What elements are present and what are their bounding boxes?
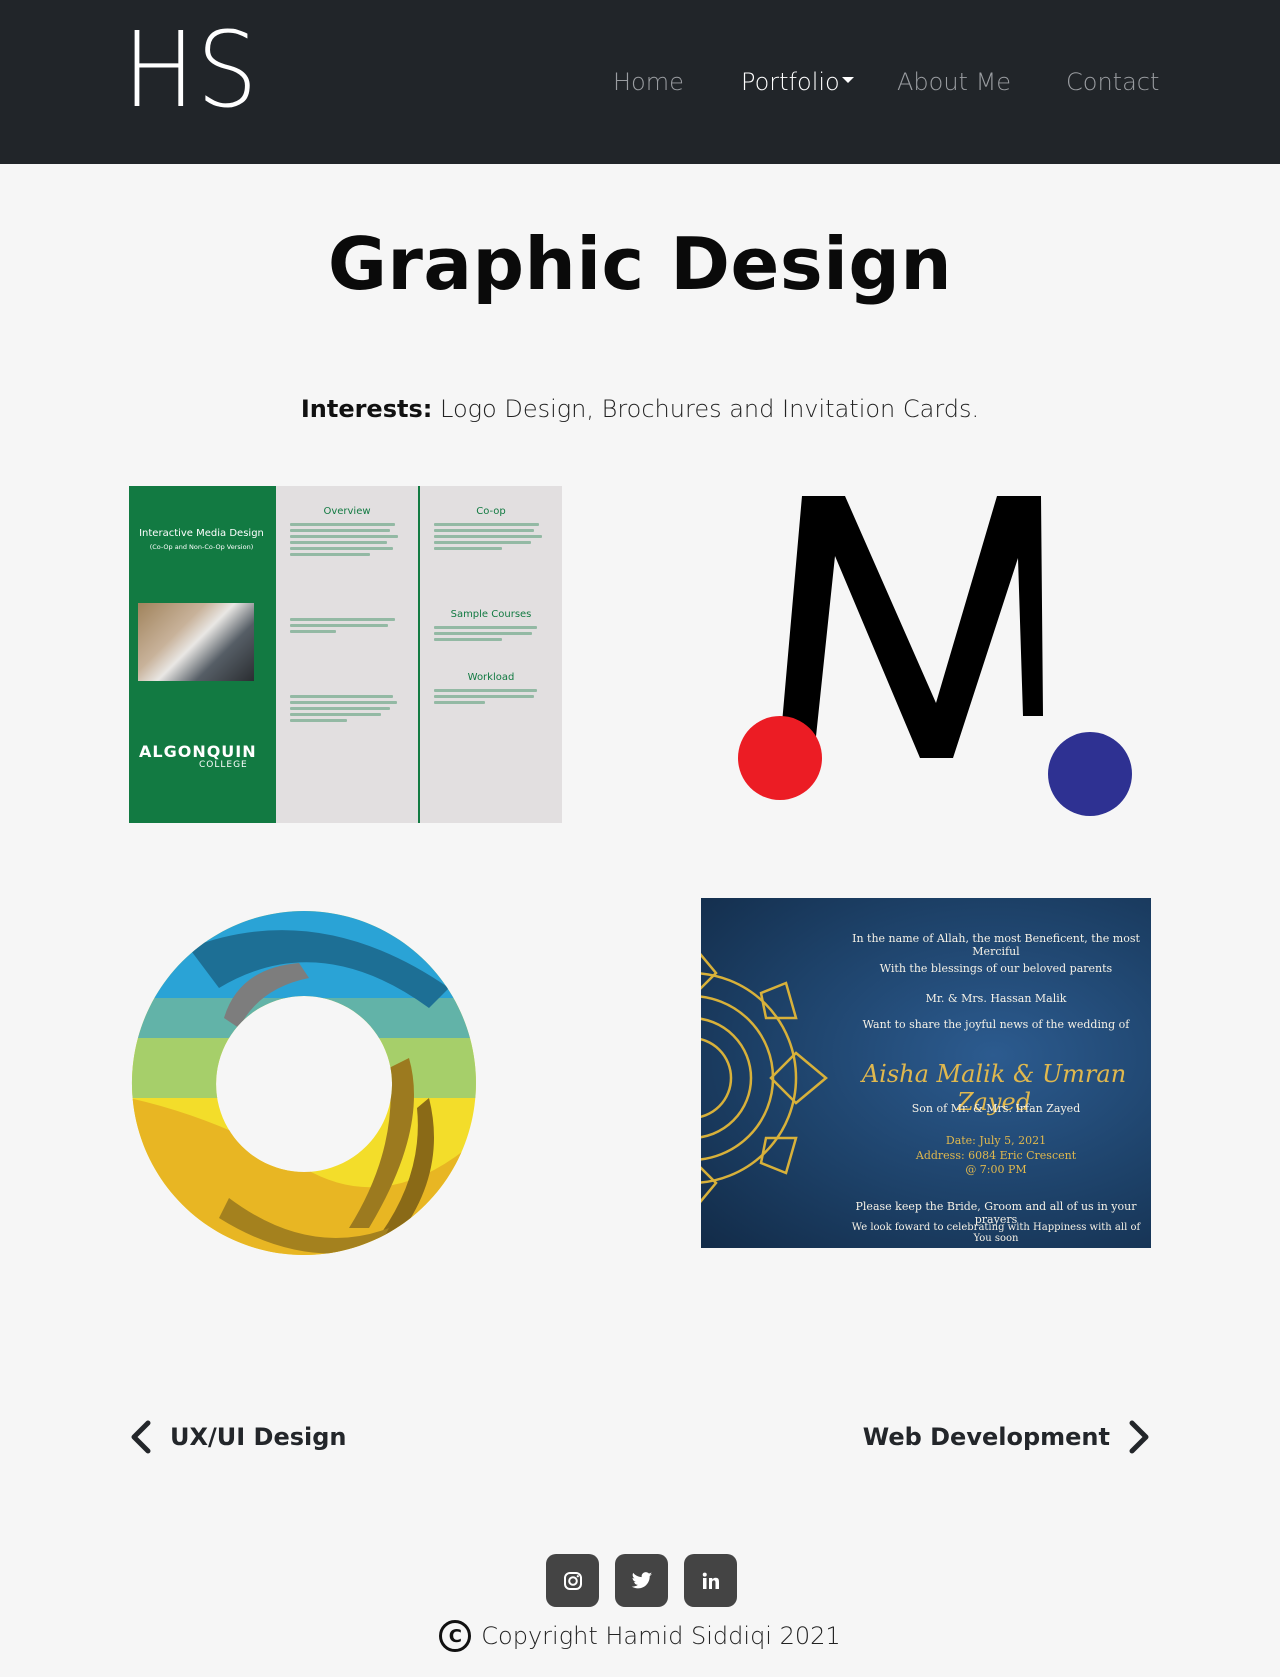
mandala-icon xyxy=(701,953,828,1203)
copyright-icon: C xyxy=(439,1620,472,1652)
brochure-photo xyxy=(138,603,254,681)
twitter-icon[interactable] xyxy=(615,1554,668,1607)
copyright-text: Copyright Hamid Siddiqi 2021 xyxy=(481,1622,841,1650)
brochure-heading: Workload xyxy=(467,672,515,683)
chevron-left-icon xyxy=(131,1420,151,1454)
nav-portfolio-dropdown[interactable]: Portfolio xyxy=(741,68,854,96)
nav-contact[interactable]: Contact xyxy=(1066,68,1159,96)
instagram-icon[interactable] xyxy=(546,1554,599,1607)
brochure-column-coop: Co-op Sample Courses Workload xyxy=(418,486,562,823)
site-logo[interactable]: HS xyxy=(123,18,259,122)
invitation-line: Want to share the joyful news of the wed… xyxy=(862,1018,1130,1031)
nav-about[interactable]: About Me xyxy=(897,68,1011,96)
interests-text: Interests: Logo Design, Brochures and In… xyxy=(0,395,1280,423)
caret-down-icon xyxy=(841,77,854,83)
interests-value: Logo Design, Brochures and Invitation Ca… xyxy=(432,395,980,423)
ring-logo-artwork xyxy=(131,911,476,1255)
brochure-college-logo-sub: COLLEGE xyxy=(199,760,248,770)
invitation-line: Mr. & Mrs. Hassan Malik xyxy=(925,992,1067,1005)
nav-portfolio-label: Portfolio xyxy=(741,68,840,96)
navbar: HS Home Portfolio About Me Contact xyxy=(0,0,1280,164)
next-page-label: Web Development xyxy=(862,1423,1110,1451)
brochure-title: Interactive Media Design xyxy=(139,528,264,539)
brochure-heading: Sample Courses xyxy=(450,609,532,620)
brochure-college-logo: ALGONQUIN xyxy=(139,742,257,761)
m-logo-artwork xyxy=(738,496,1132,816)
invitation-time: @ 7:00 PM xyxy=(965,1163,1027,1176)
brochure-heading: Co-op xyxy=(476,506,506,517)
brochure-artwork: Interactive Media Design (Co-Op and Non-… xyxy=(129,486,562,823)
next-page-link[interactable]: Web Development xyxy=(863,1420,1150,1454)
nav-home[interactable]: Home xyxy=(613,68,684,96)
invitation-line: In the name of Allah, the most Beneficen… xyxy=(852,932,1140,958)
linkedin-icon[interactable] xyxy=(684,1554,737,1607)
interests-label: Interests: xyxy=(300,395,433,423)
brochure-subtitle: (Co-Op and Non-Co-Op Version) xyxy=(149,543,254,551)
invitation-line: Son of Mr. & Mrs. Irfan Zayed xyxy=(911,1102,1081,1115)
prev-page-link[interactable]: UX/UI Design xyxy=(130,1420,347,1454)
gallery-ring-logo-image[interactable] xyxy=(129,908,479,1256)
invitation-date: Date: July 5, 2021 xyxy=(945,1134,1047,1147)
brochure-cover-panel: Interactive Media Design (Co-Op and Non-… xyxy=(129,486,274,823)
gallery-invitation-image[interactable]: In the name of Allah, the most Beneficen… xyxy=(701,898,1151,1248)
invitation-artwork: In the name of Allah, the most Beneficen… xyxy=(701,898,1151,1248)
brochure-heading: Overview xyxy=(323,506,371,517)
gallery-brochure-image[interactable]: Interactive Media Design (Co-Op and Non-… xyxy=(129,486,562,823)
page-title: Graphic Design xyxy=(327,222,953,306)
chevron-right-icon xyxy=(1129,1420,1149,1454)
invitation-address: Address: 6084 Eric Crescent xyxy=(915,1149,1077,1162)
invitation-line: We look foward to celebrating with Happi… xyxy=(851,1222,1141,1244)
invitation-line: With the blessings of our beloved parent… xyxy=(879,962,1113,975)
prev-page-label: UX/UI Design xyxy=(170,1423,347,1451)
brochure-column-overview: Overview xyxy=(274,486,418,823)
copyright: C Copyright Hamid Siddiqi 2021 xyxy=(0,1620,1280,1652)
gallery-m-logo-image[interactable] xyxy=(735,486,1135,824)
social-links xyxy=(546,1554,737,1607)
